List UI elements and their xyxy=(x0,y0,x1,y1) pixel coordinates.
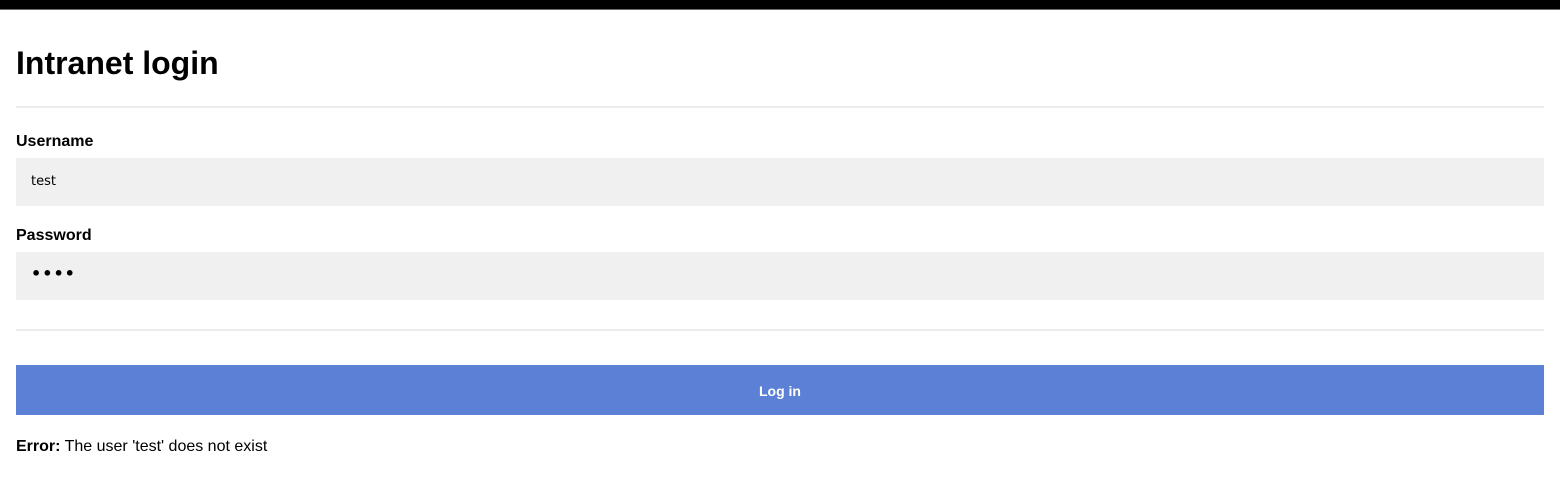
login-button[interactable]: Log in xyxy=(16,365,1544,415)
error-text: The user 'test' does not exist xyxy=(60,438,268,455)
page-title: Intranet login xyxy=(16,45,219,81)
form-divider xyxy=(16,329,1544,331)
password-input[interactable]: •••• xyxy=(16,252,1544,300)
username-input[interactable]: test xyxy=(16,158,1544,206)
error-prefix: Error: xyxy=(16,438,61,455)
username-label: Username xyxy=(16,133,94,150)
top-bar xyxy=(0,0,1560,10)
error-message: Error: The user 'test' does not exist xyxy=(16,437,267,457)
header-divider xyxy=(16,106,1544,108)
password-label: Password xyxy=(16,227,92,244)
